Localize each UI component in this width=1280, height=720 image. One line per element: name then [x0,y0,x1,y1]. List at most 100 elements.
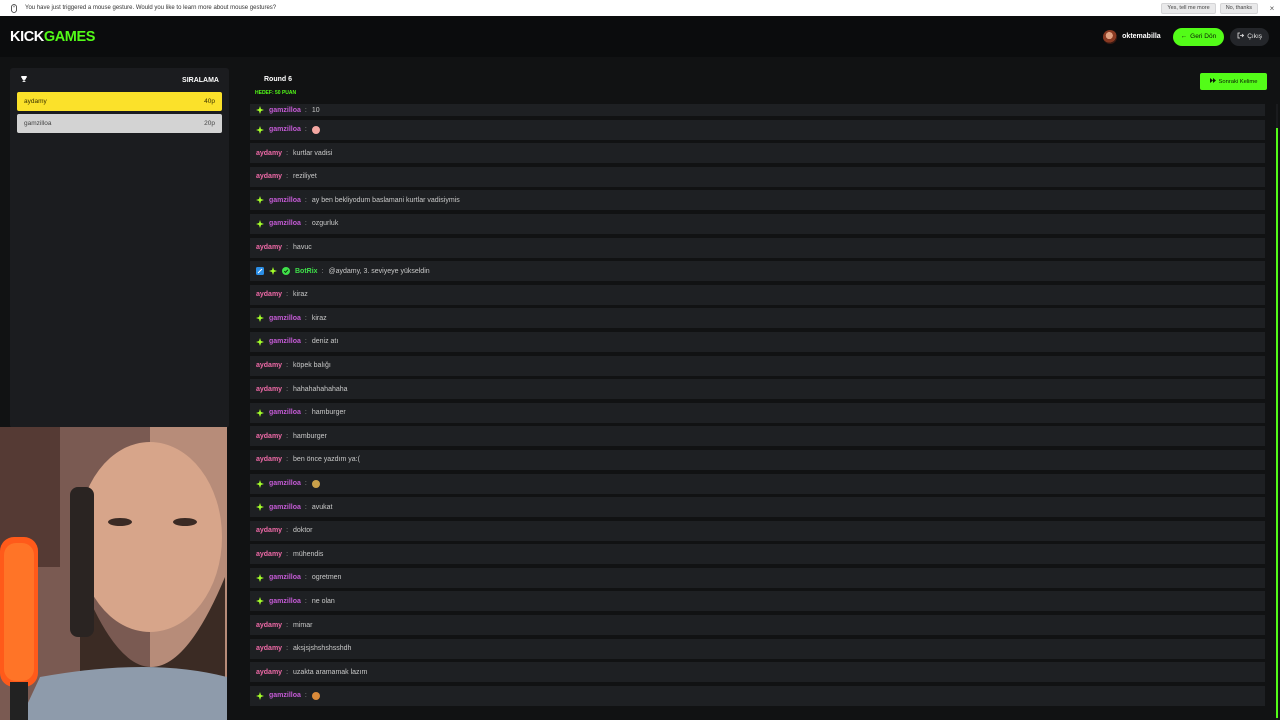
chat-text: uzakta aramamak lazım [293,668,368,676]
chat-username[interactable]: aydamy [256,150,282,157]
chat-username[interactable]: gamzilloa [269,409,301,416]
no-thanks-button[interactable]: No, thanks [1219,2,1258,14]
chat-message-row: aydamy: reziliyet [250,166,1265,187]
chat-text: ne olan [311,597,335,605]
yes-tell-me-more-button[interactable]: Yes, tell me more [1161,2,1216,14]
chat-username[interactable]: gamzilloa [269,197,301,204]
chat-message-row: gamzilloa: ay ben bekliyodum baslamani ku… [250,190,1265,211]
leaderboard-title: SIRALAMA [182,76,219,84]
chat-message-row: gamzilloa: ogretmen [250,567,1265,588]
separator: : [286,362,289,370]
chat-text: avukat [311,503,333,511]
chat-username[interactable]: gamzilloa [269,220,301,227]
player-score: 40p [204,98,215,105]
avatar [1103,29,1118,44]
chat-username[interactable]: aydamy [256,645,282,652]
chat-scrollbar-thumb[interactable] [1276,128,1278,718]
chat-message-row: aydamy: kurtlar vadisi [250,143,1265,164]
separator: : [304,597,307,605]
chat-username[interactable]: gamzilloa [269,107,301,114]
chat-message-list[interactable]: gamzilloa: 10 gamzilloa: aydamy: kurtlar vad… [250,104,1265,720]
chat-text: kurtlar vadisi [293,149,333,157]
separator: : [286,385,289,393]
logout-icon [1237,32,1245,41]
separator: : [304,692,307,700]
sparkle-icon [269,267,277,276]
separator: : [304,220,307,228]
chat-message-row: gamzilloa: [250,473,1265,494]
chat-text: reziliyet [293,173,317,181]
chat-username[interactable]: aydamy [256,622,282,629]
top-navigation: KICKGAMES oktemabilla ← Geri Dön Çıkış [0,16,1280,57]
chat-message-row: aydamy: hahahahahahaha [250,379,1265,400]
chat-username[interactable]: gamzilloa [269,598,301,605]
chat-username[interactable]: aydamy [256,291,282,298]
chat-username[interactable]: gamzilloa [269,480,301,487]
chat-text: 10 [311,106,320,114]
target-score: HEDEF: 50 PUAN [255,90,297,96]
player-score: 20p [204,120,215,127]
chat-message-row: gamzilloa: ne olan [250,591,1265,612]
sparkle-icon [256,219,264,228]
back-button[interactable]: ← Geri Dön [1172,27,1225,46]
separator: : [304,196,307,204]
chat-username[interactable]: aydamy [256,386,282,393]
chat-username[interactable]: gamzilloa [269,574,301,581]
close-icon[interactable]: × [1264,4,1280,13]
chat-username[interactable]: gamzilloa [269,126,301,133]
separator: : [286,149,289,157]
separator: : [286,244,289,252]
next-word-label: Sonraki Kelime [1218,78,1258,85]
chat-message-row: gamzilloa: [250,685,1265,706]
chat-message-row: aydamy: mühendis [250,544,1265,565]
chat-username[interactable]: aydamy [256,456,282,463]
separator: : [286,432,289,440]
chat-username[interactable]: aydamy [256,362,282,369]
sparkle-icon [256,597,264,606]
separator: : [321,267,324,275]
logout-button-label: Çıkış [1247,33,1262,40]
sparkle-icon [256,503,264,512]
chat-username[interactable]: aydamy [256,244,282,251]
chat-username[interactable]: gamzilloa [269,315,301,322]
sparkle-icon [256,106,264,114]
chat-username[interactable]: gamzilloa [269,338,301,345]
chat-message-row: gamzilloa: hamburger [250,402,1265,423]
chat-text: havuc [293,244,312,252]
sparkle-icon [256,196,264,205]
chat-message-row: gamzilloa: [250,119,1265,140]
chat-username[interactable]: aydamy [256,527,282,534]
chat-message-row: BotRix: @aydamy, 3. seviyeye yükseldin [250,261,1265,282]
chat-text: ay ben bekliyodum baslamani kurtlar vadi… [311,196,460,204]
arrow-left-icon: ← [1180,33,1188,40]
chat-message-row: aydamy: uzakta aramamak lazım [250,662,1265,683]
chat-message-row: aydamy: aksjsjshshshsshdh [250,638,1265,659]
chat-username[interactable]: aydamy [256,433,282,440]
separator: : [304,409,307,417]
chat-username[interactable]: aydamy [256,551,282,558]
user-profile[interactable]: oktemabilla [1103,29,1161,44]
bot-icon [256,267,264,276]
logout-button[interactable]: Çıkış [1230,27,1269,46]
username: oktemabilla [1122,33,1161,40]
chat-username[interactable]: BotRix [295,268,318,275]
separator: : [304,338,307,346]
chat-username[interactable]: gamzilloa [269,504,301,511]
chat-text: kiraz [293,291,308,299]
next-word-button[interactable]: Sonraki Kelime [1200,73,1267,90]
leaderboard-entry: gamzilloa 20p [17,114,222,133]
chat-text: ozgurluk [311,220,339,228]
sparkle-icon [256,337,264,346]
fast-forward-icon [1209,78,1216,85]
chat-username[interactable]: aydamy [256,173,282,180]
chat-username[interactable]: aydamy [256,669,282,676]
kickgames-logo[interactable]: KICKGAMES [10,29,95,45]
chat-text: köpek balığı [293,362,331,370]
leaderboard-panel: SIRALAMA aydamy 40p gamzilloa 20p [10,68,229,428]
chat-message-row: aydamy: havuc [250,237,1265,258]
chat-text: @aydamy, 3. seviyeye yükseldin [328,267,430,275]
emoji-icon [311,125,320,134]
gesture-notification-bar: You have just triggered a mouse gesture.… [0,0,1280,16]
sparkle-icon [256,125,264,134]
chat-username[interactable]: gamzilloa [269,692,301,699]
